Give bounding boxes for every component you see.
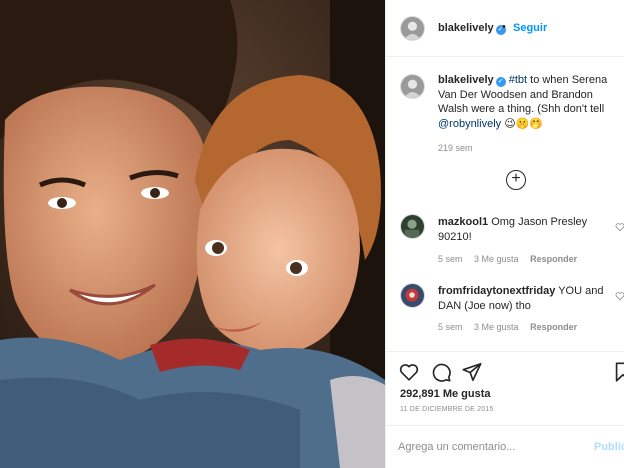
reply-button[interactable]: Responder bbox=[530, 322, 577, 332]
comment-item: fromfridaytonextfriday YOU and DAN (Joe … bbox=[438, 284, 608, 314]
comment-time[interactable]: 5 sem bbox=[438, 322, 463, 332]
publish-button[interactable]: Publicar bbox=[594, 441, 624, 453]
comment-icon[interactable] bbox=[430, 361, 452, 383]
heart-icon[interactable] bbox=[615, 291, 624, 301]
commenter-avatar[interactable] bbox=[400, 214, 425, 239]
comment-input[interactable] bbox=[398, 438, 578, 456]
comment-username[interactable]: fromfridaytonextfriday bbox=[438, 285, 555, 297]
likes-count[interactable]: 292,891 Me gusta bbox=[400, 388, 491, 400]
caption-username[interactable]: blakelively bbox=[438, 74, 494, 86]
comment-likes[interactable]: 3 Me gusta bbox=[474, 254, 519, 264]
caption-hashtag[interactable]: #tbt bbox=[509, 74, 527, 86]
add-comment-bar: Publicar bbox=[386, 425, 624, 468]
plus-circle-icon[interactable]: + bbox=[506, 170, 526, 190]
commenter-avatar[interactable] bbox=[400, 283, 425, 308]
comment-time[interactable]: 5 sem bbox=[438, 254, 463, 264]
heart-icon[interactable] bbox=[615, 222, 624, 232]
comment-meta: 5 sem 3 Me gusta Responder bbox=[438, 254, 586, 264]
separator-dot: • bbox=[502, 21, 506, 33]
post-date[interactable]: 11 DE DICIEMBRE DE 2015 bbox=[400, 406, 494, 413]
post-caption: blakelively ✓ #tbt to when Serena Van Der… bbox=[438, 73, 624, 131]
follow-button[interactable]: Seguir bbox=[513, 22, 547, 34]
photo-image bbox=[0, 0, 385, 468]
post-photo[interactable] bbox=[0, 0, 385, 468]
share-icon[interactable] bbox=[461, 361, 483, 383]
comment-item: mazkool1 Omg Jason Presley 90210! bbox=[438, 215, 608, 245]
comment-username[interactable]: mazkool1 bbox=[438, 216, 488, 228]
comment-meta: 5 sem 3 Me gusta Responder bbox=[438, 322, 586, 332]
heart-icon[interactable] bbox=[398, 361, 420, 383]
caption-mention[interactable]: @robynlively bbox=[438, 118, 501, 130]
bookmark-icon[interactable] bbox=[612, 361, 624, 383]
author-username[interactable]: blakelively ✓ bbox=[438, 22, 506, 35]
post-side-panel: blakelively ✓ • Seguir blakelively ✓ #tbt … bbox=[385, 0, 624, 468]
reply-button[interactable]: Responder bbox=[530, 254, 577, 264]
post-action-bar bbox=[386, 351, 624, 391]
verified-badge-icon: ✓ bbox=[495, 77, 506, 87]
post-header: blakelively ✓ • Seguir bbox=[386, 0, 624, 57]
comment-likes[interactable]: 3 Me gusta bbox=[474, 322, 519, 332]
caption-timestamp[interactable]: 219 sem bbox=[438, 143, 473, 153]
caption-author-avatar[interactable] bbox=[400, 74, 425, 99]
caption-emojis: 😉🤫🤭 bbox=[501, 117, 544, 130]
author-avatar[interactable] bbox=[400, 16, 425, 41]
